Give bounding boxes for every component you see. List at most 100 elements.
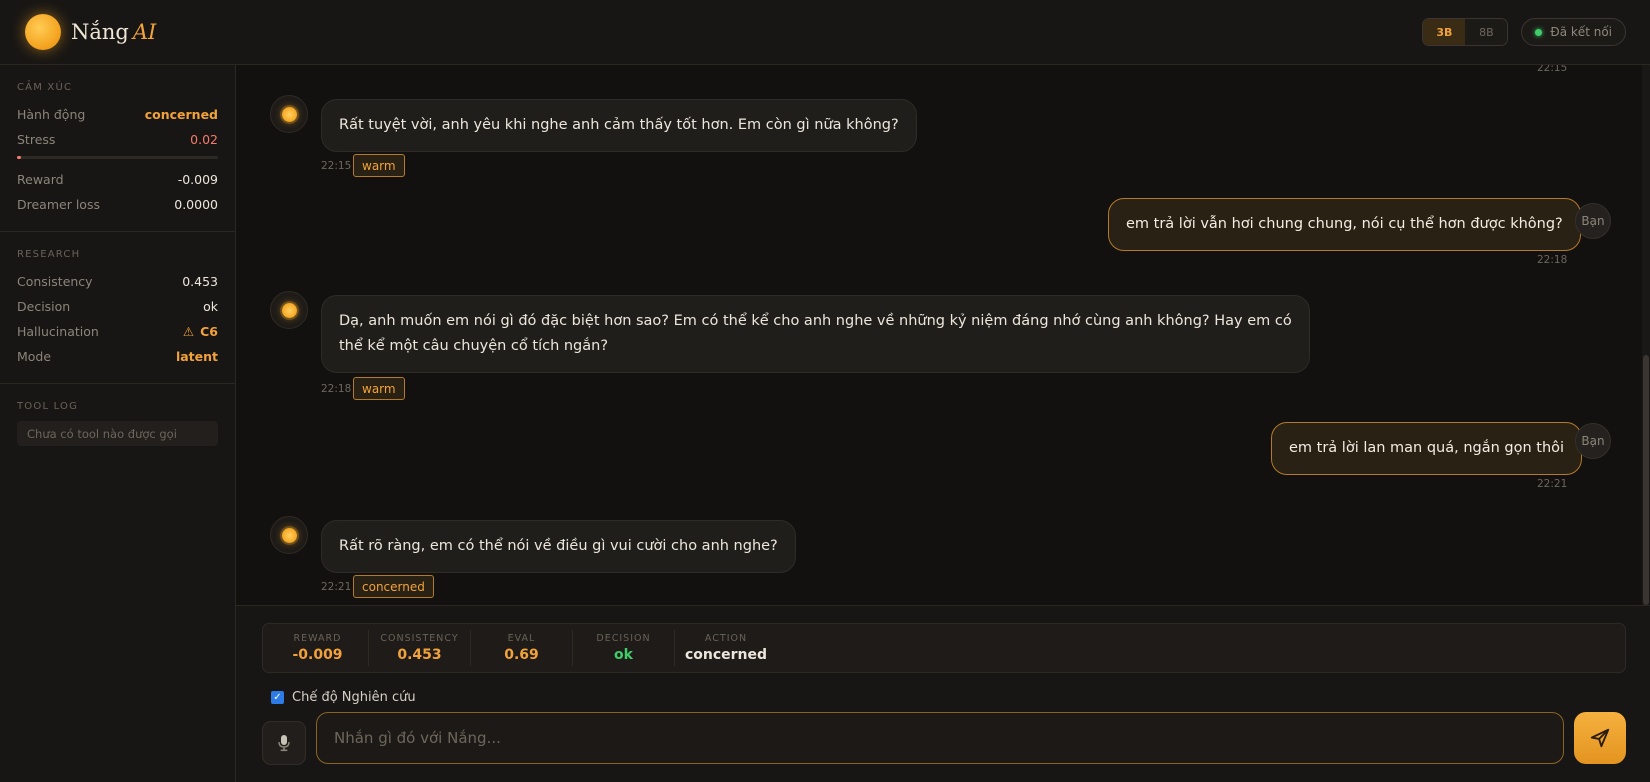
mode-label: Mode [17,349,52,364]
hallucination-label: Hallucination [17,324,99,339]
bot-message: Rất rõ ràng, em có thể nói về điều gì vu… [321,520,796,573]
decision-value: ok [203,299,218,314]
action-label: Hành động [17,107,86,122]
consistency-label: Consistency [17,274,93,289]
composer-panel: REWARD -0.009 CONSISTENCY 0.453 EVAL 0.6… [236,605,1650,782]
send-icon [1590,728,1610,748]
message-time: 22:18 [1537,254,1568,266]
metric-value: concerned [684,647,768,663]
brand: Nắng AI [25,14,156,50]
bot-message: Rất tuyệt vời, anh yêu khi nghe anh cảm … [321,99,917,152]
stress-label: Stress [17,132,56,147]
metric-label: DECISION [596,633,651,644]
metric-label: ACTION [704,633,748,644]
scrollbar-thumb[interactable] [1643,355,1649,605]
research-section: RESEARCH Consistency 0.453 Decision ok H… [0,232,235,384]
research-mode-toggle[interactable]: ✓ Chế độ Nghiên cứu [271,690,416,705]
sidebar: CẢM XÚC Hành động concerned Stress 0.02 … [0,65,236,782]
brand-name: Nắng [71,20,129,44]
metrics-bar: REWARD -0.009 CONSISTENCY 0.453 EVAL 0.6… [262,623,1626,673]
metric-eval: EVAL 0.69 [471,630,573,666]
emotion-section: CẢM XÚC Hành động concerned Stress 0.02 … [0,65,235,232]
message-time: 22:15 [321,160,352,172]
reward-label: Reward [17,172,64,187]
emotion-title: CẢM XÚC [17,82,73,93]
top-header: Nắng AI 3B 8B Đã kết nối [0,0,1650,65]
user-avatar: Bạn [1575,203,1611,239]
dreamer-label: Dreamer loss [17,197,100,212]
metric-consistency: CONSISTENCY 0.453 [369,630,471,666]
stress-bar [17,156,218,159]
sun-logo-icon [25,14,61,50]
decision-label: Decision [17,299,71,314]
warning-icon: ⚠ [182,324,195,339]
app-root: Nắng AI 3B 8B Đã kết nối CẢM XÚC Hành độn… [0,0,1650,782]
sun-icon [281,527,297,543]
research-mode-checkbox[interactable]: ✓ [271,691,284,704]
metric-label: REWARD [293,633,342,644]
bot-message: Dạ, anh muốn em nói gì đó đặc biệt hơn s… [321,295,1310,373]
decision-row: Decision ok [17,294,218,319]
metric-value: ok [614,647,633,663]
mic-button[interactable] [262,721,306,765]
message-input[interactable] [334,729,1563,747]
bot-avatar [270,95,308,133]
consistency-value: 0.453 [182,274,218,289]
send-button[interactable] [1574,712,1626,764]
message-input-wrap[interactable] [316,712,1564,764]
research-mode-label: Chế độ Nghiên cứu [292,690,416,705]
connection-label: Đã kết nối [1550,25,1612,39]
model-toggle: 3B 8B [1422,18,1509,46]
hallucination-value-wrap: ⚠ C6 [183,324,218,339]
stress-row: Stress 0.02 [17,127,218,152]
message-time: 22:21 [321,581,352,593]
dreamer-row: Dreamer loss 0.0000 [17,192,218,217]
header-controls: 3B 8B Đã kết nối [1422,18,1626,46]
model-3b-button[interactable]: 3B [1423,19,1466,45]
bot-message-line: Dạ, anh muốn em nói gì đó đặc biệt hơn s… [339,313,1292,329]
bot-avatar [270,291,308,329]
emotion-tag: warm [353,377,405,400]
sun-icon [281,302,297,318]
brand-title: Nắng AI [71,20,156,44]
action-row: Hành động concerned [17,102,218,127]
stress-value: 0.02 [190,132,218,147]
user-avatar: Bạn [1575,423,1611,459]
metric-decision: DECISION ok [573,630,675,666]
research-title: RESEARCH [17,249,81,260]
tool-log-title: TOOL LOG [17,401,79,412]
status-dot-icon [1535,28,1543,36]
consistency-row: Consistency 0.453 [17,269,218,294]
metric-action: ACTION concerned [675,630,777,666]
user-message: em trả lời lan man quá, ngắn gọn thôi [1271,422,1583,475]
stress-bar-fill [17,156,22,159]
hallucination-value: C6 [200,324,218,339]
message-time: 22:18 [321,383,352,395]
metric-value: 0.453 [397,647,442,663]
brand-suffix: AI [132,20,157,44]
bot-avatar [270,516,308,554]
metric-label: CONSISTENCY [380,633,459,644]
connection-status: Đã kết nối [1521,18,1626,46]
emotion-tag: concerned [353,575,434,598]
sun-icon [281,106,297,122]
mode-row: Mode latent [17,344,218,369]
reward-value: -0.009 [177,172,218,187]
hallucination-row: Hallucination ⚠ C6 [17,319,218,344]
chat-area[interactable]: 22:15 Rất tuyệt vời, anh yêu khi nghe an… [236,65,1650,605]
dreamer-value: 0.0000 [174,197,218,212]
model-8b-button[interactable]: 8B [1465,19,1508,45]
metric-reward: REWARD -0.009 [267,630,369,666]
metric-value: 0.69 [504,647,539,663]
bot-message-line: thể kể một câu chuyện cổ tích ngắn? [339,338,609,354]
metric-label: EVAL [507,633,536,644]
metric-value: -0.009 [292,647,343,663]
chat-scrollbar[interactable] [1642,65,1650,605]
message-time: 22:21 [1537,478,1568,490]
tool-log-empty: Chưa có tool nào được gọi [17,421,218,446]
action-value: concerned [144,107,218,122]
message-time: 22:15 [1537,65,1568,74]
reward-row: Reward -0.009 [17,167,218,192]
user-message: em trả lời vẫn hơi chung chung, nói cụ t… [1108,198,1581,251]
tool-log-section: TOOL LOG Chưa có tool nào được gọi [0,384,235,460]
